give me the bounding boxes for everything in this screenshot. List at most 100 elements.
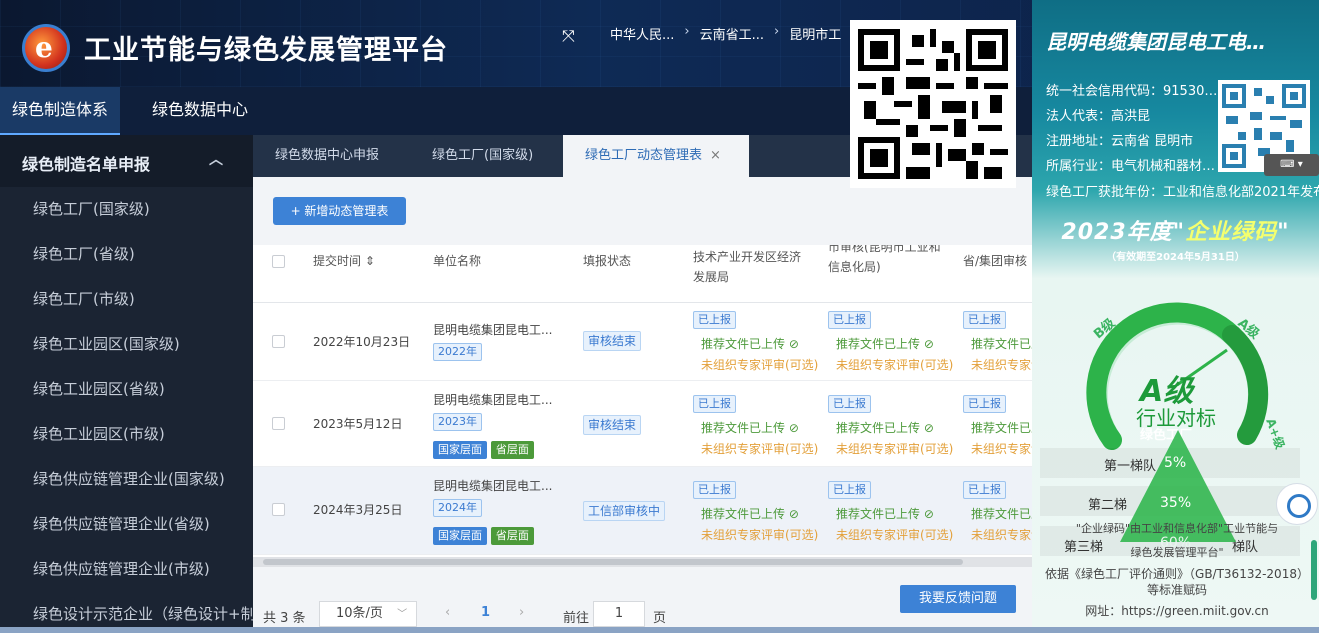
row-unit: 昆明电缆集团昆电工... — [433, 393, 553, 407]
tier-1-pct: 5% — [1164, 455, 1187, 471]
qr-code — [850, 20, 1016, 188]
nav-green-manufacturing[interactable]: 绿色制造体系 — [0, 87, 121, 135]
uploaded-text: 推荐文件已上传 ⊘ — [836, 421, 934, 435]
address: 注册地址：云南省 昆明市 — [1046, 134, 1194, 149]
issuer-note-2: 绿色发展管理平台" — [1130, 546, 1224, 559]
panel-scrollbar[interactable] — [1311, 540, 1317, 600]
reported-tag: 已上报 — [693, 311, 736, 329]
col-unit-name: 单位名称 — [433, 254, 482, 268]
sidebar-item[interactable]: 绿色工业园区(国家级) — [0, 322, 253, 367]
unorganized-text: 未组织专家评审(可选) — [836, 528, 954, 542]
qr-code-image — [858, 29, 1008, 179]
website-text: 网址：https://green.miit.gov.cn — [1085, 604, 1269, 618]
reported-tag: 已上报 — [963, 395, 1006, 413]
total-count: 共 3 条 — [263, 611, 306, 626]
row-checkbox[interactable] — [272, 417, 285, 430]
col-submit-time[interactable]: 提交时间 ⇕ — [313, 251, 375, 271]
feedback-button[interactable]: 我要反馈问题 — [900, 585, 1016, 613]
sidebar-item[interactable]: 绿色供应链管理企业(省级) — [0, 502, 253, 547]
issuer-note: "企业绿码"由工业和信息化部"工业节能与 — [1075, 522, 1279, 535]
row-checkbox[interactable] — [272, 503, 285, 516]
fullscreen-icon[interactable]: ⤧ — [562, 26, 575, 46]
breadcrumb-item[interactable]: 昆明市工 — [789, 24, 841, 43]
reported-tag: 已上报 — [693, 481, 736, 499]
sidebar-item[interactable]: 绿色工厂(市级) — [0, 277, 253, 322]
app-title: 工业节能与绿色发展管理平台 — [84, 35, 448, 66]
table-row[interactable]: 2024年3月25日 昆明电缆集团昆电工... 2024年 国家层面 省层面 工… — [253, 467, 1032, 555]
col-province-review: 省/集团审核 — [963, 254, 1028, 268]
uploaded-text: 推荐文件已上传 ⊘ — [701, 421, 799, 435]
select-all-checkbox[interactable] — [272, 255, 285, 268]
approval-year: 绿色工厂获批年份：工业和信息化部2021年发布 — [1046, 185, 1319, 200]
page-size-select[interactable]: 10条/页 ﹀ — [319, 601, 417, 627]
breadcrumb-item[interactable]: 中华人民... — [610, 24, 674, 43]
reported-tag: 已上报 — [963, 481, 1006, 499]
col-city-review: 市审核(昆明市工业和信息化局) — [828, 245, 941, 274]
nav-green-datacenter[interactable]: 绿色数据中心 — [140, 87, 260, 135]
row-date: 2023年5月12日 — [313, 417, 403, 431]
sidebar-item[interactable]: 绿色工业园区(市级) — [0, 412, 253, 457]
page-unit-label: 页 — [653, 611, 667, 626]
horizontal-scrollbar[interactable] — [253, 557, 1032, 567]
province-level-tag: 省层面 — [490, 441, 534, 459]
close-icon[interactable]: × — [710, 148, 721, 163]
reported-tag: 已上报 — [828, 311, 871, 329]
sidebar-item[interactable]: 绿色工厂(国家级) — [0, 187, 253, 232]
sidebar-item[interactable]: 绿色工业园区(省级) — [0, 367, 253, 412]
province-level-tag: 省层面 — [490, 527, 534, 545]
unorganized-text: 未组织专家评审(可选) — [836, 358, 954, 372]
sidebar-item[interactable]: 绿色供应链管理企业(市级) — [0, 547, 253, 592]
goto-page-input[interactable]: 1 — [593, 601, 645, 627]
row-unit: 昆明电缆集团昆电工... — [433, 479, 553, 493]
national-level-tag: 国家层面 — [433, 527, 487, 545]
scrollbar-thumb[interactable] — [263, 559, 963, 565]
add-dynamic-table-button[interactable]: + 新增动态管理表 — [273, 197, 406, 225]
green-code-year-title: 2023年度"企业绿码" — [1061, 220, 1290, 245]
sidebar-group-header[interactable]: 绿色制造名单申报 ︿ — [0, 135, 253, 187]
reported-tag: 已上报 — [828, 395, 871, 413]
uploaded-text: 推荐文件已上传 ⊘ — [701, 337, 799, 351]
reported-tag: 已上报 — [693, 395, 736, 413]
industry: 所属行业：电气机械和器材… — [1046, 159, 1216, 174]
status-badge: 工信部审核中 — [583, 501, 666, 521]
table-row[interactable]: 2023年5月12日 昆明电缆集团昆电工... 2023年 国家层面 省层面 审… — [253, 381, 1032, 467]
uploaded-text: 推荐文件已上传 ⊘ — [971, 421, 1032, 435]
unorganized-text: 未组织专家评审(可选) — [701, 442, 819, 456]
sidebar-item[interactable]: 绿色工厂(省级) — [0, 232, 253, 277]
uploaded-text: 推荐文件已上传 ⊘ — [836, 507, 934, 521]
green-code-panel: 昆明电缆集团昆电工电… 统一社会信用代码：91530… 法人代表：高洪昆 注册地… — [1032, 0, 1319, 633]
tab-green-factory-national[interactable]: 绿色工厂(国家级) — [432, 135, 533, 177]
unorganized-text: 未组织专家评审(可选) — [971, 528, 1032, 542]
col-fill-status: 填报状态 — [583, 254, 632, 268]
tab-dynamic-management[interactable]: 绿色工厂动态管理表 × — [563, 135, 749, 177]
status-badge: 审核结束 — [583, 415, 642, 435]
company-name: 昆明电缆集团昆电工电… — [1046, 30, 1266, 54]
table-row[interactable]: 2022年10月23日 昆明电缆集团昆电工... 2022年 审核结束 已上报 … — [253, 303, 1032, 381]
year-tag: 2023年 — [433, 413, 482, 431]
national-level-tag: 国家层面 — [433, 441, 487, 459]
chevron-up-icon: ︿ — [209, 152, 223, 168]
sidebar-item[interactable]: 绿色供应链管理企业(国家级) — [0, 457, 253, 502]
unorganized-text: 未组织专家评审(可选) — [701, 358, 819, 372]
row-checkbox[interactable] — [272, 335, 285, 348]
main-content: + 新增动态管理表 提交时间 ⇕ 单位名称 填报状态 技术产业开发区经济发展局 … — [253, 177, 1032, 633]
next-page-button[interactable]: › — [519, 605, 524, 620]
status-badge: 审核结束 — [583, 331, 642, 351]
breadcrumb: 中华人民... › 云南省工... › 昆明市工 — [610, 24, 842, 43]
unorganized-text: 未组织专家评审(可选) — [971, 358, 1032, 372]
uploaded-text: 推荐文件已上传 ⊘ — [971, 507, 1032, 521]
chevron-down-icon: ﹀ — [397, 609, 408, 620]
goto-label: 前往 — [563, 611, 590, 626]
keyboard-icon[interactable]: ⌨ ▾ — [1264, 154, 1319, 176]
assistant-icon[interactable] — [1276, 483, 1318, 525]
col-district-review: 技术产业开发区经济发展局 — [693, 250, 802, 284]
page-number[interactable]: 1 — [481, 605, 490, 620]
breadcrumb-item[interactable]: 云南省工... — [700, 24, 764, 43]
uploaded-text: 推荐文件已上传 ⊘ — [971, 337, 1032, 351]
data-table: 提交时间 ⇕ 单位名称 填报状态 技术产业开发区经济发展局 市审核(昆明市工业和… — [253, 245, 1032, 567]
credit-code: 统一社会信用代码：91530… — [1046, 84, 1218, 99]
uploaded-text: 推荐文件已上传 ⊘ — [701, 507, 799, 521]
tab-datacenter-apply[interactable]: 绿色数据中心申报 — [275, 135, 379, 177]
prev-page-button[interactable]: ‹ — [445, 605, 450, 620]
year-tag: 2022年 — [433, 343, 482, 361]
